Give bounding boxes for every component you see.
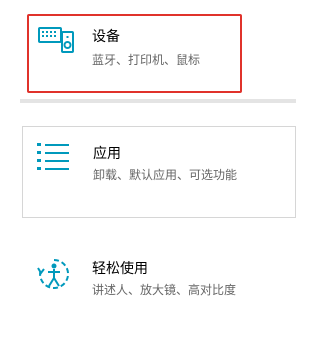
- settings-page: 设备 蓝牙、打印机、鼠标 应用 卸载、默认应用、可选功能 轻松使用 讲述人、放大…: [0, 0, 320, 355]
- keyboard-speaker-icon: [38, 27, 74, 53]
- devices-description: 蓝牙、打印机、鼠标: [92, 53, 201, 67]
- devices-tile[interactable]: 设备 蓝牙、打印机、鼠标: [27, 14, 242, 93]
- apps-description: 卸载、默认应用、可选功能: [93, 168, 238, 182]
- ease-of-access-icon: [37, 258, 70, 289]
- ease-of-access-description: 讲述人、放大镜、高对比度: [92, 283, 237, 297]
- apps-tile[interactable]: 应用 卸载、默认应用、可选功能: [22, 126, 296, 218]
- ease-of-access-tile[interactable]: 轻松使用 讲述人、放大镜、高对比度: [22, 238, 296, 318]
- devices-title: 设备: [92, 29, 120, 45]
- ease-of-access-title: 轻松使用: [92, 261, 148, 277]
- tile-shadow-divider: [20, 99, 296, 103]
- app-list-icon: [37, 143, 69, 170]
- apps-title: 应用: [93, 146, 121, 162]
